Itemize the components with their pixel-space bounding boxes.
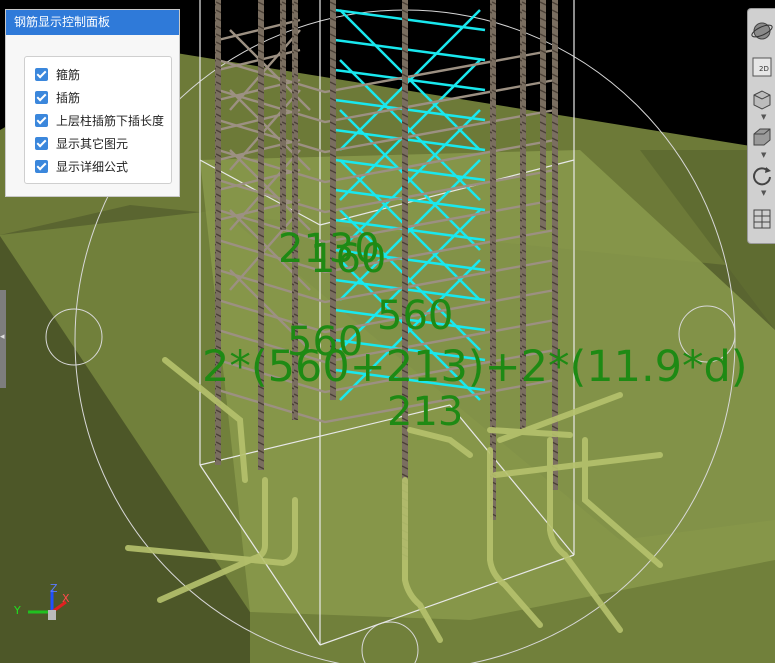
view-2d-icon: 2D xyxy=(759,65,769,73)
option-upper-column-insert-length[interactable]: 上层柱插筋下插长度 xyxy=(35,110,164,130)
axis-label-z: Z xyxy=(50,582,58,595)
dimension-560-right: 560 xyxy=(377,293,453,339)
option-label: 插筋 xyxy=(56,90,81,105)
option-group: 箍筋 插筋 上层柱插筋下插长度 显示其它图元 显示详细公式 xyxy=(24,56,172,184)
panel-title: 钢筋显示控制面板 xyxy=(6,10,179,35)
checkbox-show-other-elements[interactable] xyxy=(35,136,48,150)
view-2d-button[interactable]: 2D xyxy=(750,55,774,79)
chevron-down-icon[interactable]: ▼ xyxy=(761,151,766,159)
dimension-213: 213 xyxy=(387,389,463,435)
dimension-formula: 2*(560+213)+2*(11.9*d) xyxy=(202,342,748,392)
option-show-detailed-formula[interactable]: 显示详细公式 xyxy=(35,156,128,176)
orbit-icon[interactable] xyxy=(750,19,774,43)
view-toolbar: 2D ▼ ▼ ▼ xyxy=(747,8,775,244)
side-collapse-tab[interactable]: ◂ xyxy=(0,290,6,388)
table-icon[interactable] xyxy=(750,207,774,231)
dimension-160: 160 xyxy=(310,236,386,282)
checkbox-insert-bar[interactable] xyxy=(35,90,48,104)
axis-indicator: Z X Y xyxy=(13,582,70,620)
option-stirrup[interactable]: 箍筋 xyxy=(35,64,80,84)
option-label: 上层柱插筋下插长度 xyxy=(56,113,165,128)
checkbox-show-detailed-formula[interactable] xyxy=(35,159,48,173)
checkbox-upper-column-insert-length[interactable] xyxy=(35,113,48,127)
axis-origin-cube xyxy=(48,610,56,620)
option-insert-bar[interactable]: 插筋 xyxy=(35,87,80,107)
cube-view-icon[interactable] xyxy=(750,87,774,111)
axis-label-x: X xyxy=(62,592,70,605)
box-view-icon[interactable] xyxy=(750,125,774,149)
option-label: 箍筋 xyxy=(56,67,81,82)
option-label: 显示其它图元 xyxy=(56,136,129,151)
chevron-down-icon[interactable]: ▼ xyxy=(761,189,766,197)
option-label: 显示详细公式 xyxy=(56,159,129,174)
rotate-icon[interactable] xyxy=(750,163,774,187)
chevron-down-icon[interactable]: ▼ xyxy=(761,113,766,121)
rebar-display-control-panel: 钢筋显示控制面板 箍筋 插筋 上层柱插筋下插长度 显示其它图元 显示详细公式 xyxy=(5,9,180,197)
chevron-left-icon: ◂ xyxy=(0,332,5,342)
axis-label-y: Y xyxy=(13,604,21,617)
checkbox-stirrup[interactable] xyxy=(35,67,48,81)
option-show-other-elements[interactable]: 显示其它图元 xyxy=(35,133,128,153)
